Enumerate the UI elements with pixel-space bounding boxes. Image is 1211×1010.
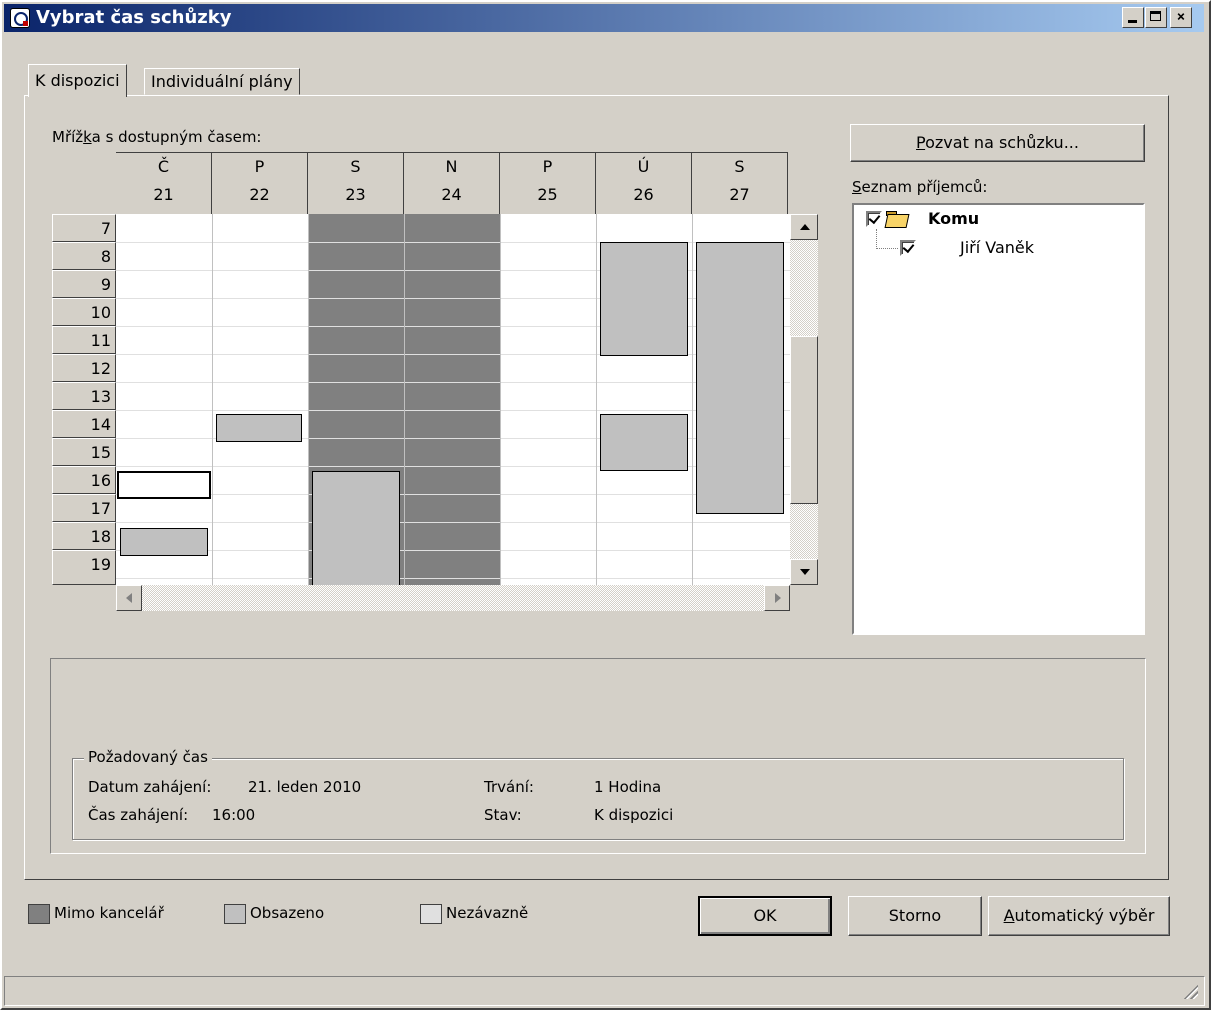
resize-grip-icon[interactable] [1182, 983, 1198, 999]
selected-time-slot[interactable] [117, 471, 211, 499]
scroll-down-arrow-icon[interactable] [790, 559, 818, 585]
day-header[interactable]: Ú 26 [596, 152, 692, 214]
busy-block[interactable] [600, 242, 688, 356]
status-bar [4, 976, 1205, 1006]
tab-available[interactable]: K dispozici [28, 64, 127, 97]
app-icon[interactable] [10, 8, 30, 28]
scroll-left-arrow-icon[interactable] [116, 585, 142, 611]
hour-label: 18 [52, 522, 116, 550]
day-header[interactable]: Č 21 [116, 152, 212, 214]
start-date-value: 21. leden 2010 [248, 778, 362, 796]
recipients-list[interactable]: Komu Jiří Vaněk [852, 203, 1145, 635]
day-header[interactable]: P 25 [500, 152, 596, 214]
legend-out-of-office-label: Mimo kancelář [54, 904, 164, 922]
scroll-thumb[interactable] [790, 336, 818, 504]
maximize-button[interactable] [1145, 7, 1167, 28]
title-bar[interactable]: Vybrat čas schůzky × [4, 4, 1204, 32]
day-header[interactable]: N 24 [404, 152, 500, 214]
recipients-label: Seznam příjemců: [852, 178, 988, 196]
tree-line [876, 248, 898, 250]
close-button[interactable]: × [1170, 7, 1192, 28]
horizontal-scrollbar[interactable] [116, 585, 790, 611]
day-header[interactable]: P 22 [212, 152, 308, 214]
start-time-label: Čas zahájení: [88, 806, 189, 824]
hour-label: 7 [52, 214, 116, 242]
hour-label: 15 [52, 438, 116, 466]
group-checkbox[interactable] [866, 211, 882, 227]
hour-label: 17 [52, 494, 116, 522]
cancel-button[interactable]: Storno [848, 896, 982, 936]
requested-time-title: Požadovaný čas [84, 748, 212, 766]
day-header[interactable]: S 23 [308, 152, 404, 214]
hour-label: 8 [52, 242, 116, 270]
hour-label: 16 [52, 466, 116, 494]
hour-label: 10 [52, 298, 116, 326]
busy-block[interactable] [600, 414, 688, 471]
tree-line [876, 229, 878, 249]
duration-value: 1 Hodina [594, 778, 662, 796]
availability-grid[interactable]: Č 21 P 22 S 23 N 24 P 25 Ú 26 S 27 7 8 9 10 11 … [52, 152, 822, 618]
window-title: Vybrat čas schůzky [36, 7, 232, 28]
hour-label: 11 [52, 326, 116, 354]
status-label: Stav: [484, 806, 522, 824]
busy-block[interactable] [120, 528, 208, 556]
legend-out-of-office-swatch [28, 904, 50, 924]
busy-block[interactable] [696, 242, 784, 514]
tab-individual-plans[interactable]: Individuální plány [144, 68, 300, 95]
invite-button[interactable]: Pozvat na schůzku... [850, 124, 1145, 162]
minimize-button[interactable] [1122, 7, 1144, 28]
start-date-label: Datum zahájení: [88, 778, 212, 796]
grid-body[interactable] [116, 214, 790, 585]
requested-time-group [72, 758, 1124, 840]
group-label[interactable]: Komu [928, 209, 979, 228]
legend-tentative-swatch [420, 904, 442, 924]
duration-label: Trvání: [484, 778, 534, 796]
legend-tentative-label: Nezávazně [446, 904, 529, 922]
scroll-right-arrow-icon[interactable] [764, 585, 790, 611]
day-header[interactable]: S 27 [692, 152, 788, 214]
busy-block[interactable] [312, 471, 400, 585]
busy-block[interactable] [216, 414, 302, 442]
hour-label: 13 [52, 382, 116, 410]
hour-label: 12 [52, 354, 116, 382]
hour-label: 9 [52, 270, 116, 298]
legend-busy-swatch [224, 904, 246, 924]
status-value: K dispozici [594, 806, 674, 824]
grid-label: Mřížka s dostupným časem: [52, 128, 262, 146]
auto-pick-button[interactable]: Automatický výběr [988, 896, 1170, 936]
recipient-name[interactable]: Jiří Vaněk [960, 238, 1034, 257]
start-time-value: 16:00 [212, 806, 256, 824]
scroll-up-arrow-icon[interactable] [790, 214, 818, 240]
hour-label: 19 [52, 550, 116, 585]
vertical-scrollbar[interactable] [790, 214, 818, 585]
hour-label: 14 [52, 410, 116, 438]
recipient-checkbox[interactable] [900, 240, 916, 256]
legend-busy-label: Obsazeno [250, 904, 325, 922]
folder-open-icon [886, 211, 908, 227]
ok-button[interactable]: OK [698, 896, 832, 936]
